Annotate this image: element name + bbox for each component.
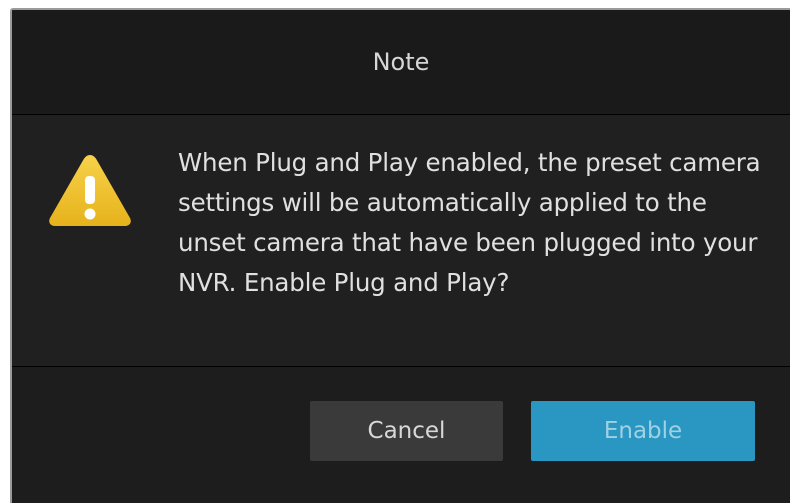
cancel-button[interactable]: Cancel xyxy=(310,401,503,461)
enable-button[interactable]: Enable xyxy=(531,401,755,461)
dialog-message: When Plug and Play enabled, the preset c… xyxy=(178,148,761,297)
dialog-header: Note xyxy=(12,10,790,114)
warning-icon xyxy=(49,155,131,226)
dialog-title: Note xyxy=(372,48,430,76)
